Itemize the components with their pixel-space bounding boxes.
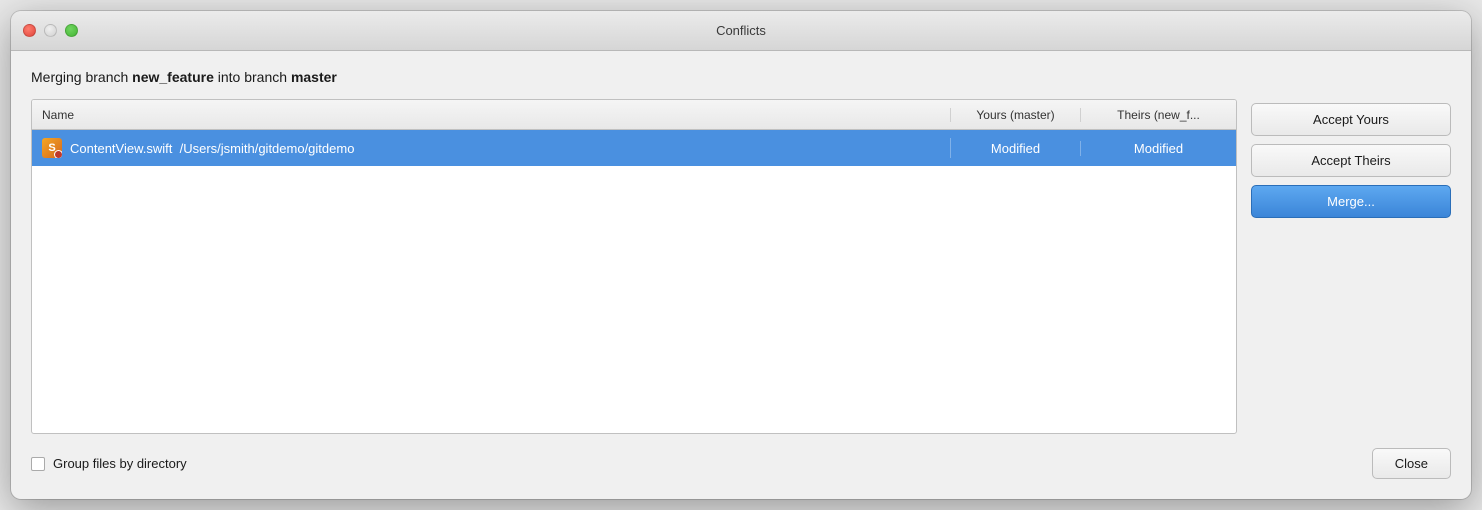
merge-description: Merging branch new_feature into branch m… — [31, 69, 1451, 85]
window-title: Conflicts — [716, 23, 766, 38]
cell-theirs-status: Modified — [1081, 141, 1236, 156]
table-header: Name Yours (master) Theirs (new_f... — [32, 100, 1236, 130]
column-header-name: Name — [32, 108, 951, 122]
merge-prefix: Merging branch — [31, 69, 132, 85]
close-window-button[interactable] — [23, 24, 36, 37]
column-header-yours: Yours (master) — [951, 108, 1081, 122]
file-name-text: ContentView.swift /Users/jsmith/gitdemo/… — [70, 141, 354, 156]
minimize-window-button[interactable] — [44, 24, 57, 37]
bottom-area: Group files by directory Close — [31, 448, 1451, 483]
merge-middle: into branch — [214, 69, 291, 85]
swift-badge — [54, 150, 62, 158]
conflicts-window: Conflicts Merging branch new_feature int… — [11, 11, 1471, 499]
cell-file-name: ContentView.swift /Users/jsmith/gitdemo/… — [32, 138, 951, 158]
swift-file-icon — [42, 138, 62, 158]
merge-button[interactable]: Merge... — [1251, 185, 1451, 218]
accept-theirs-button[interactable]: Accept Theirs — [1251, 144, 1451, 177]
accept-yours-button[interactable]: Accept Yours — [1251, 103, 1451, 136]
actions-panel: Accept Yours Accept Theirs Merge... — [1251, 99, 1451, 434]
table-row[interactable]: ContentView.swift /Users/jsmith/gitdemo/… — [32, 130, 1236, 166]
maximize-window-button[interactable] — [65, 24, 78, 37]
table-body: ContentView.swift /Users/jsmith/gitdemo/… — [32, 130, 1236, 433]
group-by-directory-checkbox[interactable] — [31, 457, 45, 471]
source-branch: new_feature — [132, 69, 214, 85]
group-by-directory-label: Group files by directory — [53, 456, 187, 471]
conflicts-table: Name Yours (master) Theirs (new_f... Con… — [31, 99, 1237, 434]
target-branch: master — [291, 69, 337, 85]
column-header-theirs: Theirs (new_f... — [1081, 108, 1236, 122]
cell-yours-status: Modified — [951, 141, 1081, 156]
close-button[interactable]: Close — [1372, 448, 1451, 479]
titlebar: Conflicts — [11, 11, 1471, 51]
traffic-lights — [23, 24, 78, 37]
group-by-directory-checkbox-group[interactable]: Group files by directory — [31, 456, 187, 471]
main-area: Name Yours (master) Theirs (new_f... Con… — [31, 99, 1451, 434]
window-content: Merging branch new_feature into branch m… — [11, 51, 1471, 499]
